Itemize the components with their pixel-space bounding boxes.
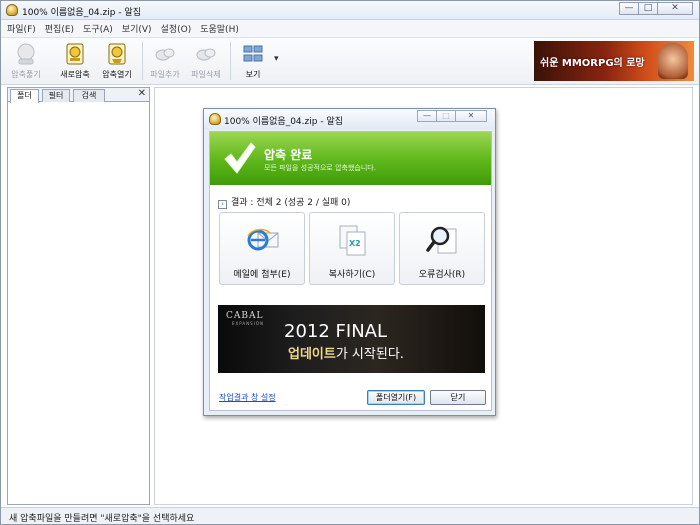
minimize-icon: — bbox=[624, 3, 634, 13]
copy-label: 복사하기(C) bbox=[328, 270, 376, 280]
cabal-ad-banner[interactable]: CABAL EXPANSION 2012 FINAL 업데이트가 시작된다. bbox=[218, 305, 485, 373]
extract-icon bbox=[17, 43, 35, 65]
delete-file-icon bbox=[196, 48, 216, 61]
toolbar: 압축풀기 새로압축 압축열기 파일추가 파일삭제 보기 ▾ 쉬운 MMORPG의… bbox=[1, 38, 699, 85]
title-bar: 100% 이름없음_04.zip - 알집 — □ ✕ bbox=[1, 1, 699, 20]
delete-file-label: 파일삭제 bbox=[191, 70, 221, 79]
dialog-maximize-button[interactable]: □ bbox=[436, 110, 456, 122]
dialog-title: 100% 이름없음_04.zip - 알집 bbox=[224, 117, 343, 127]
error-check-icon bbox=[426, 226, 457, 254]
new-archive-label: 새로압축 bbox=[60, 70, 90, 79]
minimize-icon: — bbox=[423, 111, 431, 120]
dialog-title-bar: 100% 이름없음_04.zip - 알집 — □ ✕ bbox=[204, 109, 495, 129]
status-text: 새 압축파일을 만들려면 "새로압축"을 선택하세요 bbox=[9, 514, 195, 524]
menu-tools[interactable]: 도구(A) bbox=[83, 22, 113, 35]
email-attach-icon bbox=[247, 228, 279, 251]
menu-bar: 파일(F) 편집(E) 도구(A) 보기(V) 설정(O) 도움말(H) bbox=[1, 20, 699, 38]
toolbar-separator bbox=[142, 42, 143, 80]
close-icon: ✕ bbox=[671, 3, 679, 13]
compression-complete-dialog: 100% 이름없음_04.zip - 알집 — □ ✕ 압축 완료 모든 파일을… bbox=[203, 108, 496, 416]
add-file-label: 파일추가 bbox=[150, 70, 180, 79]
view-button[interactable]: 보기 bbox=[237, 41, 269, 83]
tab-search[interactable]: 검색 bbox=[73, 89, 105, 102]
dialog-app-icon bbox=[209, 113, 221, 125]
folder-panel: 폴더 필터 검색 ✕ bbox=[7, 87, 150, 505]
dialog-close-action-button[interactable]: 닫기 bbox=[430, 390, 486, 405]
dialog-minimize-button[interactable]: — bbox=[417, 110, 437, 122]
window-controls: — □ ✕ bbox=[619, 2, 693, 15]
expand-arrow-icon[interactable]: › bbox=[218, 200, 227, 209]
ad-brand-sub: EXPANSION bbox=[232, 321, 265, 326]
open-archive-icon bbox=[108, 43, 126, 65]
ad-tagline-rest: 가 시작된다. bbox=[335, 347, 404, 362]
view-dropdown-icon[interactable]: ▾ bbox=[274, 54, 279, 64]
completion-header: 압축 완료 모든 파일을 성공적으로 압축했습니다. bbox=[210, 132, 491, 185]
ad-headline: 2012 FINAL bbox=[284, 321, 387, 342]
menu-file[interactable]: 파일(F) bbox=[7, 22, 36, 35]
maximize-icon: □ bbox=[442, 111, 450, 120]
close-button[interactable]: ✕ bbox=[657, 2, 693, 15]
view-label: 보기 bbox=[245, 70, 261, 79]
ad-tagline: 업데이트가 시작된다. bbox=[288, 343, 404, 362]
completion-subtitle: 모든 파일을 성공적으로 압축했습니다. bbox=[264, 164, 376, 172]
open-archive-button[interactable]: 압축열기 bbox=[97, 41, 137, 83]
copy-button[interactable]: X2 복사하기(C) bbox=[309, 212, 395, 285]
email-attach-label: 메일에 첨부(E) bbox=[233, 270, 291, 280]
dialog-window-controls: — □ ✕ bbox=[417, 110, 487, 122]
ad-brand-logo: CABAL bbox=[226, 311, 264, 321]
panel-close-icon[interactable]: ✕ bbox=[138, 88, 146, 99]
error-check-button[interactable]: 오류검사(R) bbox=[399, 212, 485, 285]
copy-x2-badge: X2 bbox=[349, 239, 361, 248]
toolbar-separator bbox=[230, 42, 231, 80]
add-file-button[interactable]: 파일추가 bbox=[146, 41, 184, 83]
close-icon: ✕ bbox=[467, 111, 475, 120]
status-bar: 새 압축파일을 만들려면 "새로압축"을 선택하세요 bbox=[1, 507, 699, 524]
dialog-body: 압축 완료 모든 파일을 성공적으로 압축했습니다. › 결과 : 전체 2 (성… bbox=[209, 131, 492, 411]
new-archive-icon bbox=[66, 43, 84, 65]
panel-tabs: 폴더 필터 검색 ✕ bbox=[8, 88, 149, 103]
result-summary: › 결과 : 전체 2 (성공 2 / 실패 0) bbox=[218, 195, 350, 209]
window-title: 100% 이름없음_04.zip - 알집 bbox=[22, 8, 141, 18]
banner-ad-text: 쉬운 MMORPG의 로망 bbox=[540, 58, 645, 69]
menu-help[interactable]: 도움말(H) bbox=[200, 22, 239, 35]
delete-file-button[interactable]: 파일삭제 bbox=[187, 41, 225, 83]
menu-settings[interactable]: 설정(O) bbox=[161, 22, 192, 35]
dialog-close-button[interactable]: ✕ bbox=[455, 110, 487, 122]
banner-character-image bbox=[658, 43, 688, 79]
toolbar-banner-ad[interactable]: 쉬운 MMORPG의 로망 bbox=[534, 41, 694, 81]
tab-filter[interactable]: 필터 bbox=[42, 89, 70, 102]
new-archive-button[interactable]: 새로압축 bbox=[55, 41, 95, 83]
ad-tagline-strong: 업데이트 bbox=[288, 347, 336, 362]
open-folder-button[interactable]: 폴더열기(F) bbox=[367, 390, 425, 405]
error-check-label: 오류검사(R) bbox=[418, 270, 466, 280]
minimize-button[interactable]: — bbox=[619, 2, 639, 15]
open-archive-label: 압축열기 bbox=[102, 70, 132, 79]
menu-edit[interactable]: 편집(E) bbox=[45, 22, 74, 35]
maximize-button[interactable]: □ bbox=[638, 2, 658, 15]
completion-title: 압축 완료 bbox=[264, 148, 313, 162]
view-icon bbox=[243, 45, 263, 62]
tab-folder[interactable]: 폴더 bbox=[10, 89, 39, 103]
extract-label: 압축풀기 bbox=[11, 70, 41, 79]
result-window-settings-link[interactable]: 작업결과 창 설정 bbox=[219, 392, 276, 403]
maximize-icon: □ bbox=[643, 3, 653, 13]
result-text: 결과 : 전체 2 (성공 2 / 실패 0) bbox=[231, 198, 351, 208]
extract-button[interactable]: 압축풀기 bbox=[5, 41, 47, 83]
checkmark-icon bbox=[224, 142, 256, 174]
email-attach-button[interactable]: 메일에 첨부(E) bbox=[219, 212, 305, 285]
alzip-app-icon bbox=[6, 4, 18, 16]
menu-view[interactable]: 보기(V) bbox=[122, 22, 152, 35]
add-file-icon bbox=[155, 48, 175, 61]
